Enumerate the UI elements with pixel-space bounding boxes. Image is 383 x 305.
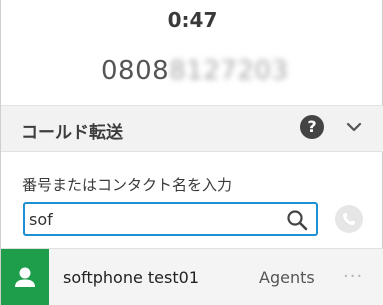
call-panel: 0:47 08088127203 コールド転送 ? 番号またはコンタクト名を入力… — [0, 0, 383, 305]
cold-transfer-title: コールド転送 — [21, 123, 123, 143]
search-field[interactable] — [23, 202, 318, 236]
contact-name: softphone test01 — [63, 268, 199, 287]
contact-result-row[interactable]: softphone test01 Agents ··· — [1, 248, 383, 305]
search-label: 番号またはコンタクト名を入力 — [22, 176, 233, 194]
search-input[interactable] — [29, 206, 279, 232]
contact-group: Agents — [259, 268, 315, 287]
avatar — [1, 249, 49, 305]
user-icon — [15, 267, 35, 287]
search-icon[interactable] — [285, 208, 309, 232]
more-icon[interactable]: ··· — [343, 266, 363, 287]
help-icon[interactable]: ? — [300, 115, 324, 139]
cold-transfer-header[interactable]: コールド転送 — [1, 105, 383, 152]
phone-number-visible: 0808 — [101, 56, 170, 86]
call-button[interactable] — [335, 205, 363, 233]
phone-number: 08088127203 — [101, 56, 288, 86]
chevron-down-icon[interactable] — [344, 117, 364, 137]
phone-icon — [343, 213, 355, 225]
phone-number-redacted: 8127203 — [169, 56, 289, 86]
call-timer: 0:47 — [167, 8, 218, 32]
